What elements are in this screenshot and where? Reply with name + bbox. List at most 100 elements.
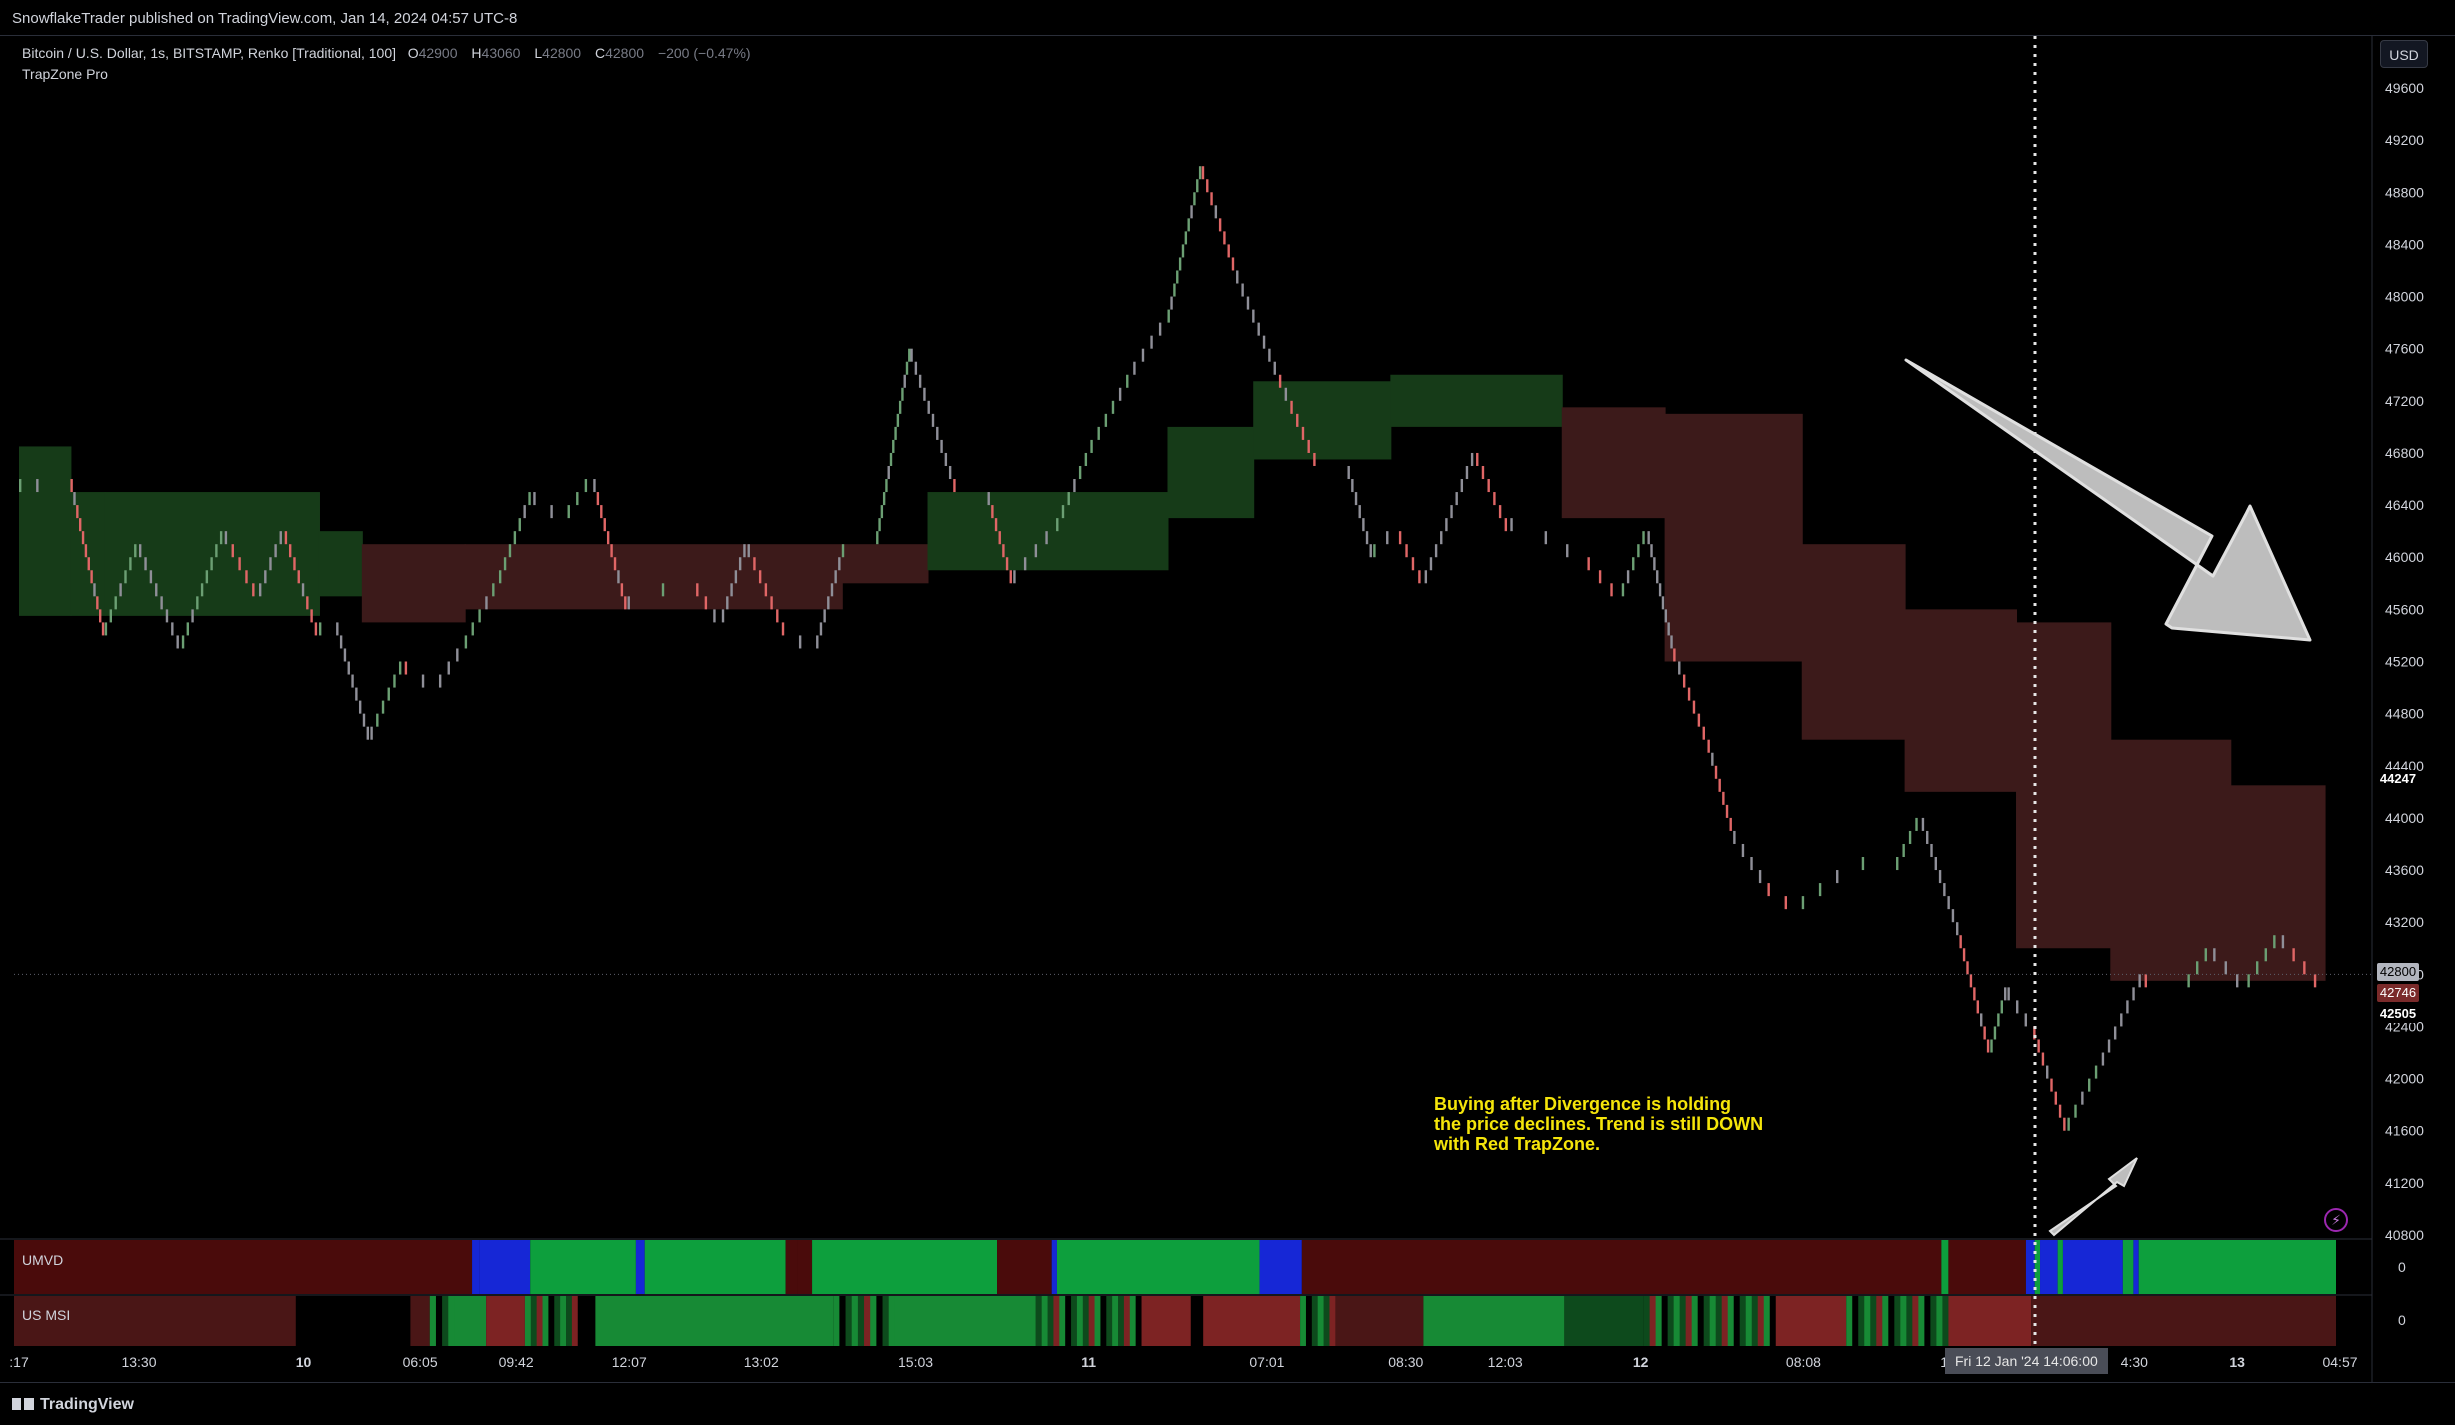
renko-brick [84,544,88,558]
usmsi-segment [876,1296,884,1346]
umvd-pane-label[interactable]: UMVD [22,1252,63,1268]
renko-brick [610,544,613,558]
tradingview-logo[interactable]: TradingView [12,1396,134,1414]
renko-brick [200,583,204,597]
renko-brick [366,726,369,740]
price-tick-label: 47600 [2385,341,2424,357]
renko-brick [362,713,366,727]
trapzone-band [464,544,843,610]
trapzone-band [1904,609,2018,792]
usmsi-segment [1059,1296,1066,1346]
published-header: SnowflakeTrader published on TradingView… [0,0,2455,36]
renko-brick [696,583,699,597]
renko-brick [1313,452,1316,466]
time-tick-label: 10 [295,1354,312,1370]
renko-brick [306,596,309,610]
renko-brick [1504,518,1508,532]
renko-brick [1398,531,1402,545]
renko-brick [464,635,468,649]
price-tick-label: 44000 [2385,810,2424,826]
usmsi-pane-label[interactable]: US MSI [22,1307,70,1323]
usmsi-segment [1775,1296,1847,1346]
usmsi-segment [1876,1296,1883,1346]
renko-brick [936,426,939,440]
price-tick-label: 45600 [2385,601,2424,617]
high-label: H [471,45,482,61]
renko-brick [1667,622,1670,636]
usmsi-segment [1715,1296,1723,1346]
renko-brick [1061,505,1065,519]
renko-brick [1365,531,1369,545]
renko-brick [1947,896,1950,910]
renko-brick [596,492,600,506]
umvd-segment [635,1240,645,1294]
renko-brick [245,570,248,584]
usmsi-segment [295,1296,411,1346]
umvd-segment [2025,1240,2035,1294]
renko-brick [2050,1078,2053,1092]
usmsi-segment [1745,1296,1753,1346]
low-value: 42800 [542,45,582,61]
usmsi-segment [1305,1296,1313,1346]
usmsi-segment [1924,1296,1931,1346]
renko-brick [1930,843,1933,858]
lightning-icon[interactable]: ⚡ [2324,1208,2348,1232]
usmsi-segment [1129,1296,1137,1346]
trapzone-band [1253,381,1392,460]
renko-brick [2101,1052,2105,1066]
renko-brick [830,583,834,597]
time-tick-label: 12:07 [611,1354,647,1370]
symbol-legend: Bitcoin / U.S. Dollar, 1s, BITSTAMP, Ren… [22,45,761,61]
renko-brick [387,687,390,701]
renko-brick [314,622,318,636]
renko-brick [987,492,990,506]
renko-brick [1223,231,1226,245]
renko-brick [78,518,82,532]
renko-brick [1241,283,1244,297]
renko-brick [533,492,536,506]
renko-brick [1097,426,1100,440]
usmsi-segment [595,1296,834,1346]
umvd-segment [1948,1240,2026,1294]
renko-brick [2132,987,2135,1001]
indicator-name[interactable]: TrapZone Pro [22,66,108,82]
renko-brick [196,596,199,610]
umvd-segment [812,1240,998,1294]
usmsi-segment [1423,1296,1565,1346]
renko-brick [393,674,396,688]
renko-brick [1610,583,1613,597]
renko-brick [1133,361,1136,375]
renko-brick [2081,1091,2084,1105]
annotation-text: Buying after Divergence is holding the p… [1434,1094,1854,1154]
renko-brick [1714,765,1718,779]
renko-brick [347,661,350,675]
usmsi-segment [1679,1296,1687,1346]
usmsi-segment [1697,1296,1705,1346]
currency-button[interactable]: USD [2380,40,2428,68]
usmsi-segment [864,1296,871,1346]
umvd-segment [1259,1240,1302,1294]
renko-brick [2236,974,2239,988]
price-chart[interactable]: 4080041200416004200042400428004320043600… [0,36,2455,1382]
low-label: L [534,45,543,61]
usmsi-segment [536,1296,544,1346]
usmsi-segment [1948,1296,2032,1346]
renko-brick [704,596,708,610]
price-tick-label: 46800 [2385,445,2424,461]
renko-brick [1707,739,1710,753]
renko-brick [310,609,313,623]
usmsi-segment [1858,1296,1865,1346]
renko-brick [2007,987,2010,1001]
renko-brick [1405,544,1408,558]
renko-brick [747,544,750,558]
renko-brick [948,465,952,480]
renko-brick [2113,1026,2117,1040]
renko-brick [1351,479,1354,493]
usmsi-segment [1094,1296,1101,1346]
renko-brick [1487,479,1490,493]
renko-brick [1959,935,1962,949]
usmsi-segment [429,1296,437,1346]
renko-brick [613,557,617,571]
renko-brick [2000,1000,2003,1014]
renko-brick [944,452,948,466]
